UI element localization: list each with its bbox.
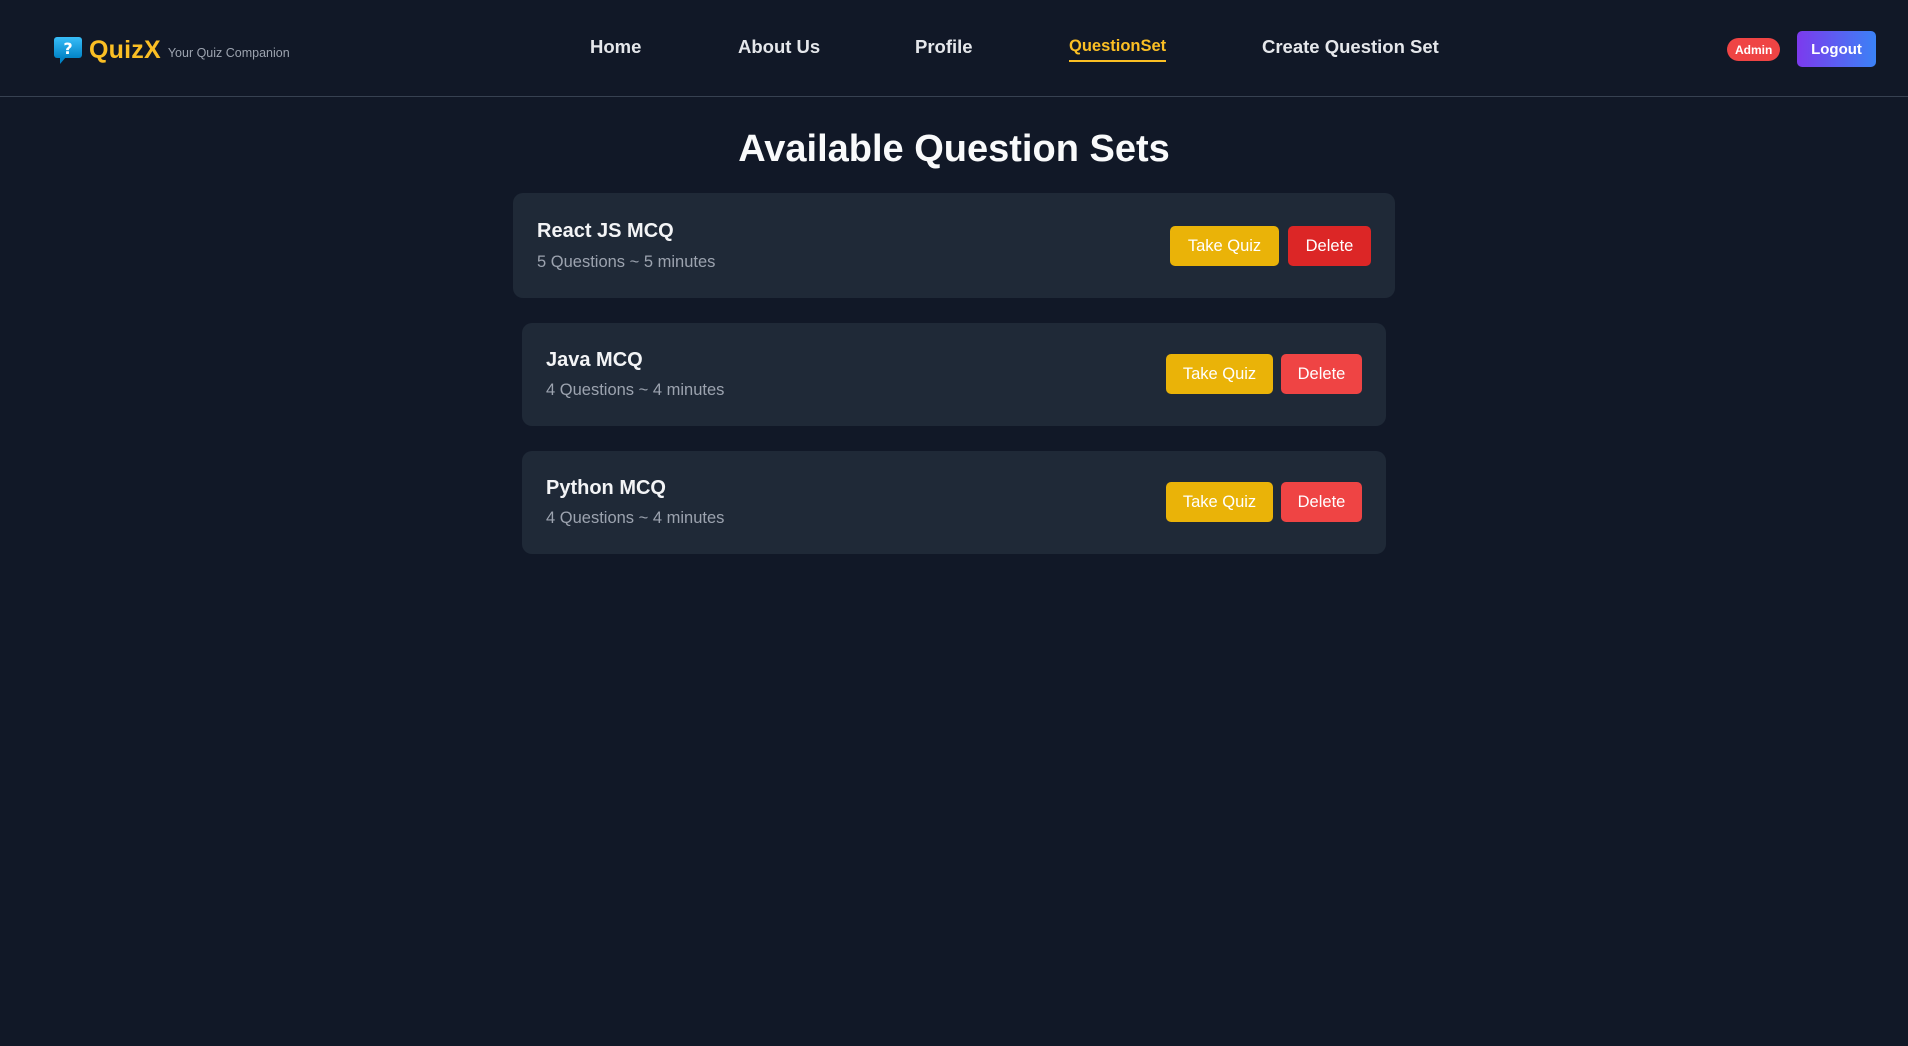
take-quiz-button[interactable]: Take Quiz bbox=[1170, 226, 1279, 266]
svg-text:?: ? bbox=[63, 39, 72, 58]
question-set-card: React JS MCQ 5 Questions ~ 5 minutes Tak… bbox=[513, 193, 1395, 298]
delete-button[interactable]: Delete bbox=[1281, 482, 1362, 522]
question-set-meta: 4 Questions ~ 4 minutes bbox=[546, 381, 725, 399]
question-set-meta: 4 Questions ~ 4 minutes bbox=[546, 509, 725, 527]
role-badge: Admin bbox=[1727, 38, 1781, 61]
top-navbar: ? QuizX Your Quiz Companion Home About U… bbox=[0, 0, 1908, 97]
brand-tagline: Your Quiz Companion bbox=[167, 46, 290, 60]
question-set-meta: 5 Questions ~ 5 minutes bbox=[537, 253, 716, 271]
question-set-title: React JS MCQ bbox=[537, 220, 674, 242]
question-set-card: Python MCQ 4 Questions ~ 4 minutes Take … bbox=[522, 451, 1386, 554]
delete-button[interactable]: Delete bbox=[1288, 226, 1371, 266]
nav-home[interactable]: Home bbox=[590, 36, 641, 58]
question-set-title: Java MCQ bbox=[546, 349, 643, 371]
nav-about-us[interactable]: About Us bbox=[738, 36, 820, 58]
page-title: Available Question Sets bbox=[738, 128, 1170, 170]
take-quiz-button[interactable]: Take Quiz bbox=[1166, 482, 1273, 522]
logout-button[interactable]: Logout bbox=[1797, 31, 1876, 67]
brand-name: QuizX bbox=[89, 35, 161, 64]
question-chat-icon: ? bbox=[54, 37, 82, 64]
delete-button[interactable]: Delete bbox=[1281, 354, 1362, 394]
nav-questionset[interactable]: QuestionSet bbox=[1069, 37, 1167, 62]
nav-create-question-set[interactable]: Create Question Set bbox=[1262, 36, 1439, 58]
question-set-card: Java MCQ 4 Questions ~ 4 minutes Take Qu… bbox=[522, 323, 1386, 426]
take-quiz-button[interactable]: Take Quiz bbox=[1166, 354, 1273, 394]
nav-profile[interactable]: Profile bbox=[915, 36, 973, 58]
brand-logo[interactable]: ? QuizX Your Quiz Companion bbox=[53, 32, 290, 68]
question-set-title: Python MCQ bbox=[546, 477, 666, 499]
